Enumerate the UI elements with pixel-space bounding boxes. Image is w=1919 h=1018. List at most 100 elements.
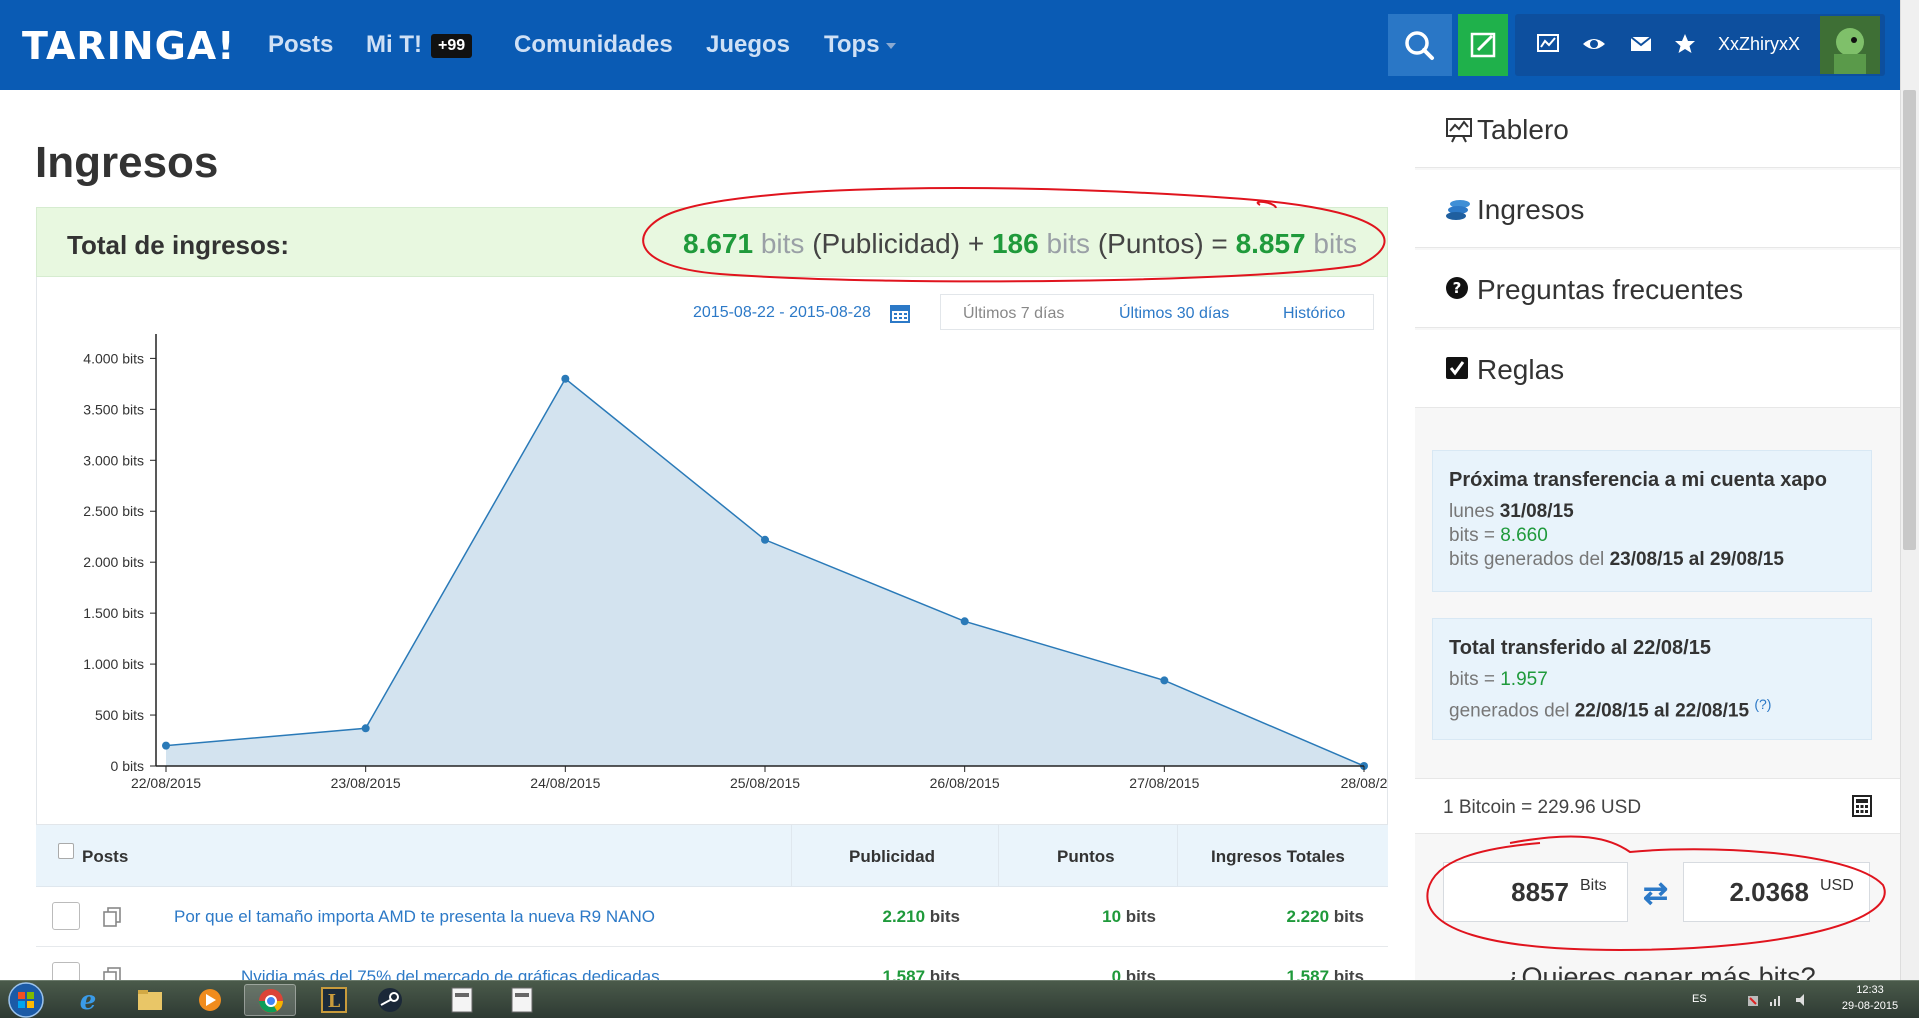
sidebar-item-reglas[interactable]: Reglas: [1415, 330, 1900, 408]
avatar[interactable]: [1820, 16, 1880, 74]
post-title-link[interactable]: Por que el tamaño importa AMD te present…: [174, 907, 655, 927]
taskbar-explorer[interactable]: [124, 984, 176, 1016]
search-icon: [1405, 31, 1434, 60]
x-tick-label: 22/08/2015: [131, 775, 201, 791]
top-navbar: TARINGA! Posts Mi T! +99 Comunidades Jue…: [0, 0, 1900, 90]
taskbar-window[interactable]: [436, 984, 488, 1016]
total-unit: bits: [1313, 228, 1357, 259]
transferred-bits-value: 1.957: [1500, 669, 1548, 690]
y-tick-label: 2.000 bits: [83, 554, 144, 570]
y-tick-label: 0 bits: [111, 758, 144, 774]
cell-unit: bits: [1125, 907, 1156, 926]
question-icon: ?: [1446, 277, 1468, 299]
mail-icon[interactable]: [1630, 35, 1652, 53]
date-range[interactable]: 2015-08-22 - 2015-08-28: [693, 304, 871, 322]
x-tick-label: 26/08/2015: [930, 775, 1000, 791]
total-income-value: 8.671 bits (Publicidad) + 186 bits (Punt…: [683, 228, 1357, 260]
scroll-thumb[interactable]: [1903, 90, 1916, 550]
sidebar-item-tablero[interactable]: Tablero: [1415, 90, 1900, 168]
cell-puntos: 10 bits: [1102, 907, 1156, 927]
help-link[interactable]: (?): [1754, 696, 1771, 712]
star-icon[interactable]: [1673, 32, 1697, 56]
taskbar-media[interactable]: [184, 984, 236, 1016]
usd-value: 2.0368: [1729, 877, 1809, 907]
nav-tops-label: Tops: [824, 31, 880, 58]
dashboard-icon: [1446, 118, 1472, 143]
y-tick-label: 500 bits: [95, 707, 144, 723]
taskbar-window[interactable]: [496, 984, 548, 1016]
header-puntos[interactable]: Puntos: [1057, 847, 1115, 867]
next-transfer-day: lunes 31/08/15: [1449, 500, 1855, 524]
page-title: Ingresos: [35, 138, 219, 187]
nav-comunidades[interactable]: Comunidades: [514, 31, 673, 59]
copy-icon[interactable]: [102, 906, 124, 928]
taskbar-steam[interactable]: [364, 984, 416, 1016]
usd-input[interactable]: 2.0368 USD: [1683, 862, 1870, 922]
transferred-generated-range: 22/08/15 al 22/08/15: [1574, 700, 1750, 722]
nav-posts[interactable]: Posts: [268, 31, 333, 59]
system-tray-icons[interactable]: [1748, 992, 1838, 1008]
steam-icon: [378, 988, 402, 1012]
search-button[interactable]: [1388, 14, 1452, 76]
y-tick-label: 3.500 bits: [83, 401, 144, 417]
publicidad-label: (Publicidad) +: [812, 228, 985, 259]
bitcoin-rate: 1 Bitcoin = 229.96 USD: [1415, 778, 1900, 834]
calculator-icon[interactable]: [1851, 795, 1873, 817]
sidebar-item-faq[interactable]: ? Preguntas frecuentes: [1415, 250, 1900, 328]
next-transfer-bits-prefix: bits =: [1449, 525, 1495, 546]
next-transfer-title: Próxima transferencia a mi cuenta xapo: [1449, 469, 1827, 491]
taskbar-chrome[interactable]: [244, 984, 296, 1016]
swap-icon[interactable]: ⇄: [1643, 876, 1668, 911]
league-icon: L: [321, 987, 347, 1013]
header-ingresos-totales[interactable]: Ingresos Totales: [1211, 847, 1345, 867]
data-point: [1160, 676, 1169, 685]
taringa-logo[interactable]: TARINGA!: [22, 24, 236, 68]
bits-unit: Bits: [1580, 877, 1607, 894]
puntos-bits: 186: [991, 228, 1039, 259]
tab-last-30-days[interactable]: Últimos 30 días: [1119, 305, 1229, 323]
username[interactable]: XxZhiryxX: [1718, 34, 1800, 55]
tab-last-7-days[interactable]: Últimos 7 días: [963, 305, 1064, 323]
row-checkbox[interactable]: [52, 902, 80, 930]
checkbox-icon: [1446, 357, 1468, 379]
x-tick-label: 28/08/2: [1341, 775, 1388, 791]
nav-tops[interactable]: Tops: [824, 31, 896, 59]
total-transferred-box: Total transferido al 22/08/15 bits = 1.9…: [1432, 618, 1872, 740]
data-point: [162, 741, 170, 750]
header-divider: [998, 825, 999, 887]
y-tick-label: 1.500 bits: [83, 605, 144, 621]
header-publicidad[interactable]: Publicidad: [849, 847, 935, 867]
usd-unit: USD: [1820, 877, 1854, 894]
y-tick-label: 2.500 bits: [83, 503, 144, 519]
select-all-checkbox[interactable]: [58, 843, 74, 859]
nav-juegos[interactable]: Juegos: [706, 31, 790, 59]
clock-date[interactable]: 29-08-2015: [1828, 1000, 1912, 1012]
transferred-bits: bits = 1.957: [1449, 668, 1855, 692]
range-tabs: Últimos 7 días Últimos 30 días Histórico: [940, 294, 1374, 330]
tab-historico[interactable]: Histórico: [1283, 305, 1345, 323]
language-indicator[interactable]: ES: [1692, 993, 1707, 1005]
cell-total-num: 2.220: [1286, 907, 1330, 926]
data-point: [361, 724, 370, 733]
taskbar-ie[interactable]: e: [62, 984, 114, 1016]
media-player-icon: [199, 989, 221, 1011]
header-divider: [791, 825, 792, 887]
windows-start-icon[interactable]: [4, 981, 48, 1018]
stats-icon[interactable]: [1536, 32, 1560, 56]
publicidad-bits: 8.671: [682, 228, 754, 259]
chrome-icon: [259, 989, 283, 1013]
sidebar-item-label: Reglas: [1477, 354, 1565, 385]
calendar-icon[interactable]: [890, 303, 910, 323]
income-chart: 0 bits 500 bits 1.000 bits 1.500 bits 2.000 …: [83, 334, 1388, 791]
header-posts[interactable]: Posts: [82, 847, 128, 867]
notification-badge: +99: [431, 34, 473, 58]
nav-mi-t[interactable]: Mi T!: [366, 31, 422, 59]
bits-input[interactable]: 8857 Bits: [1443, 862, 1628, 922]
coins-icon: [1446, 200, 1470, 220]
new-post-button[interactable]: [1458, 14, 1508, 76]
sidebar-item-ingresos[interactable]: Ingresos: [1415, 170, 1900, 248]
eye-icon[interactable]: [1582, 33, 1606, 55]
clock-time[interactable]: 12:33: [1842, 984, 1898, 996]
next-transfer-bits: bits = 8.660: [1449, 524, 1855, 548]
taskbar-lol[interactable]: L: [308, 984, 360, 1016]
